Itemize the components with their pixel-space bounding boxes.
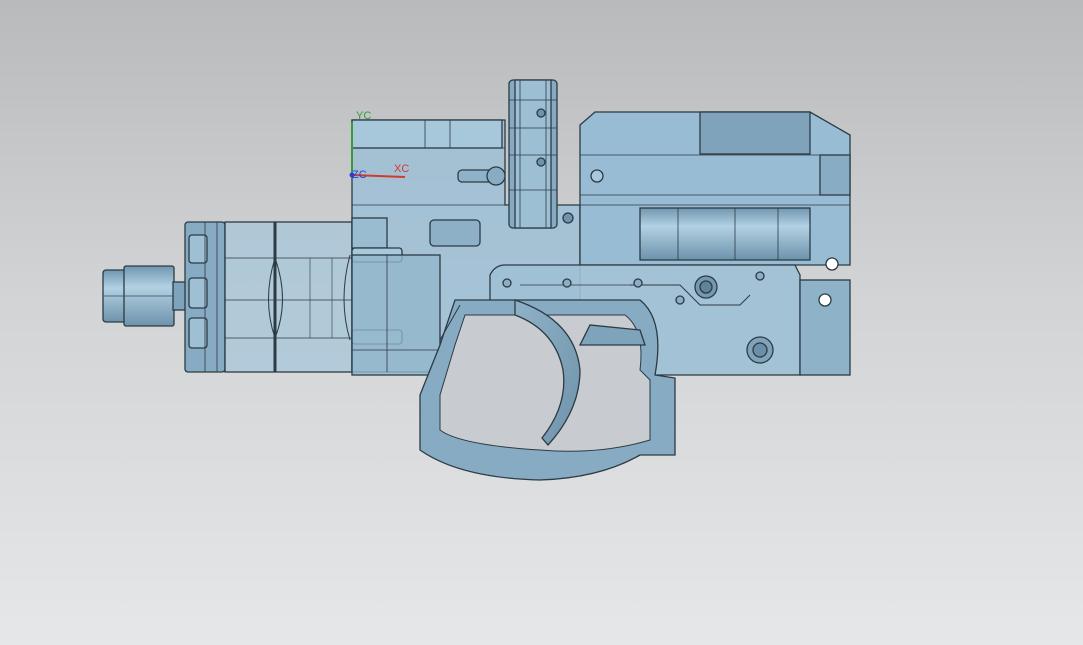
y-axis-label: YC — [356, 110, 371, 122]
x-axis-label: XC — [394, 163, 409, 175]
barrel-section[interactable] — [224, 221, 353, 373]
front-collar[interactable] — [172, 221, 226, 373]
graphics-viewport[interactable]: YC ZC XC — [0, 0, 1083, 645]
gun-model[interactable] — [102, 79, 851, 481]
model-canvas[interactable]: YC ZC XC — [0, 0, 1083, 645]
muzzle-tip[interactable] — [102, 265, 175, 327]
rear-housing[interactable] — [579, 111, 851, 271]
z-axis-label: ZC — [352, 169, 367, 181]
